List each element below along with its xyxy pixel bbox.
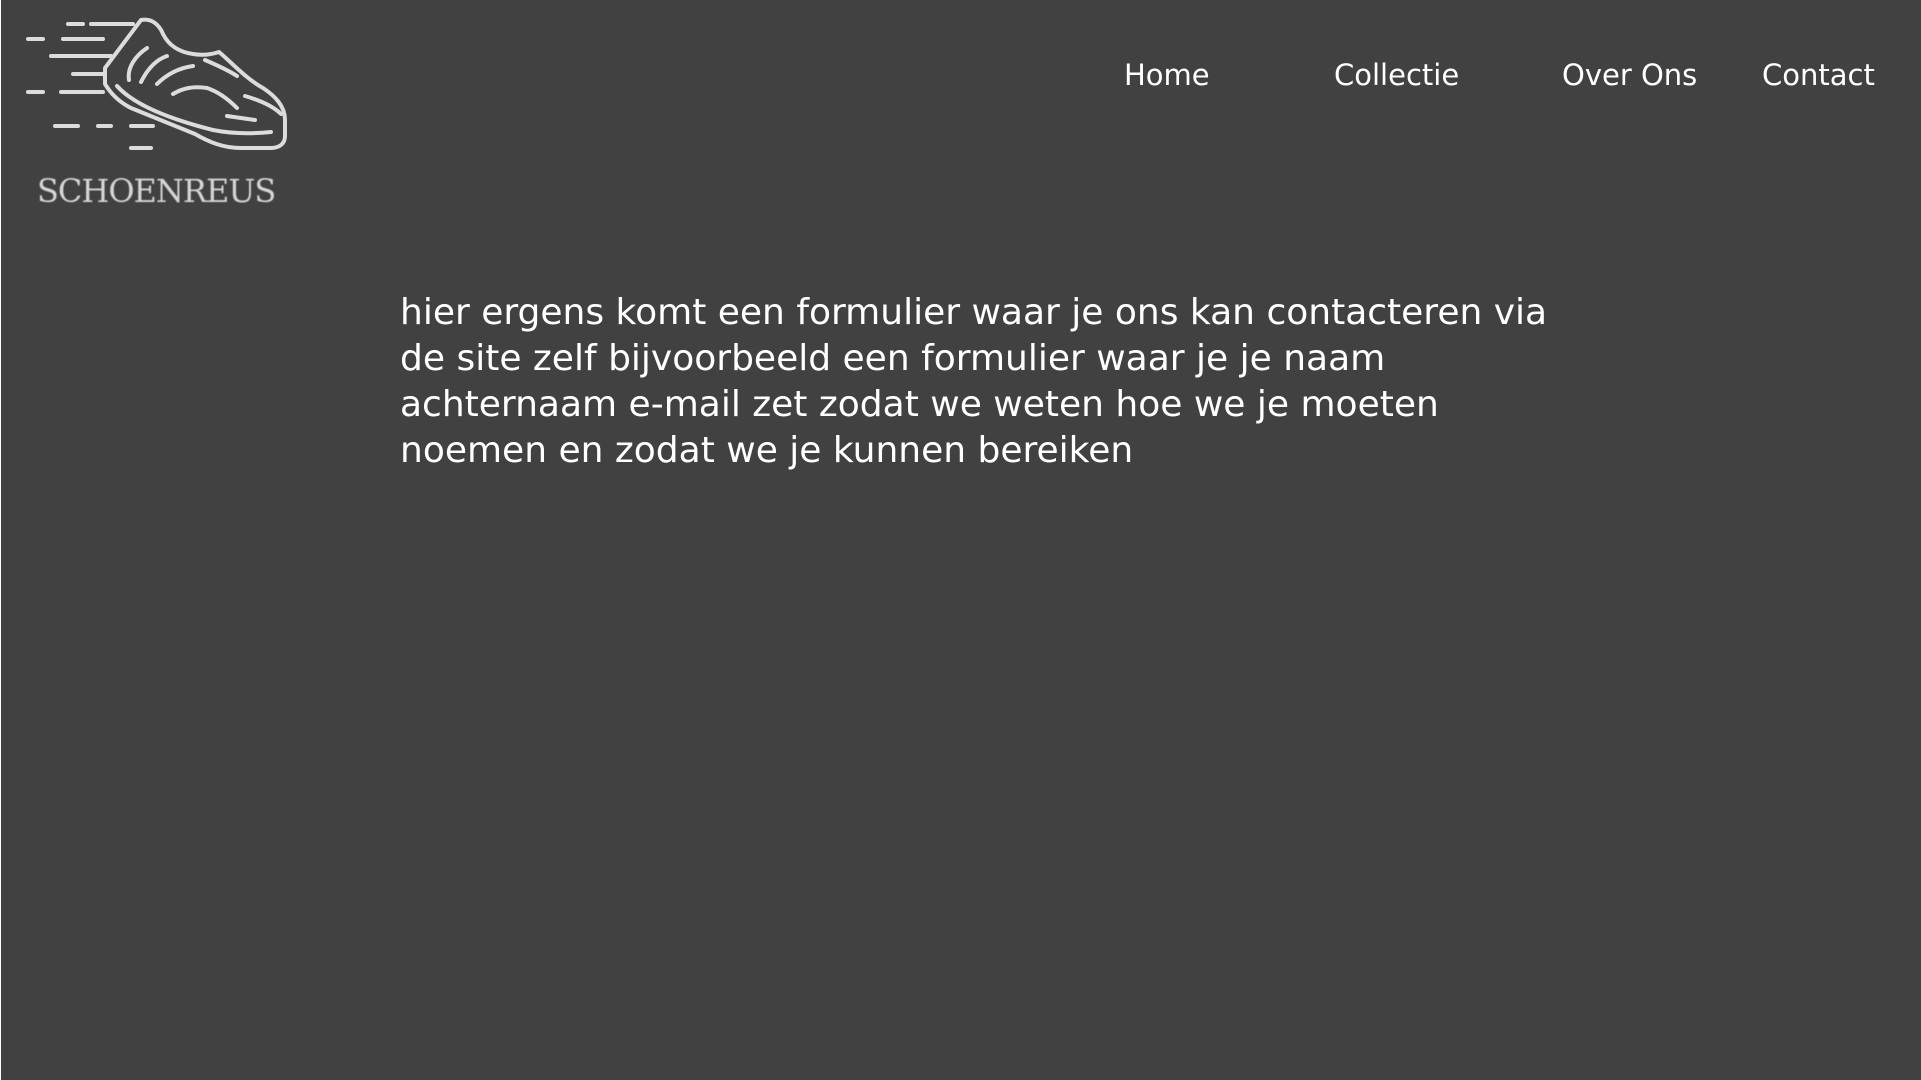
site-logo[interactable]: SCHOENREUS [23,16,293,216]
nav-link-home[interactable]: Home [1124,56,1210,94]
contact-placeholder-text: hier ergens komt een formulier waar je o… [400,292,1548,471]
nav-link-contact[interactable]: Contact [1762,56,1875,94]
contact-page: SCHOENREUS Home Collectie Over Ons Conta… [1,0,1921,1080]
main-navigation: Home Collectie Over Ons Contact [1,56,1921,96]
nav-link-collectie[interactable]: Collectie [1334,56,1459,94]
nav-link-over-ons[interactable]: Over Ons [1562,56,1697,94]
brand-name: SCHOENREUS [37,172,276,210]
